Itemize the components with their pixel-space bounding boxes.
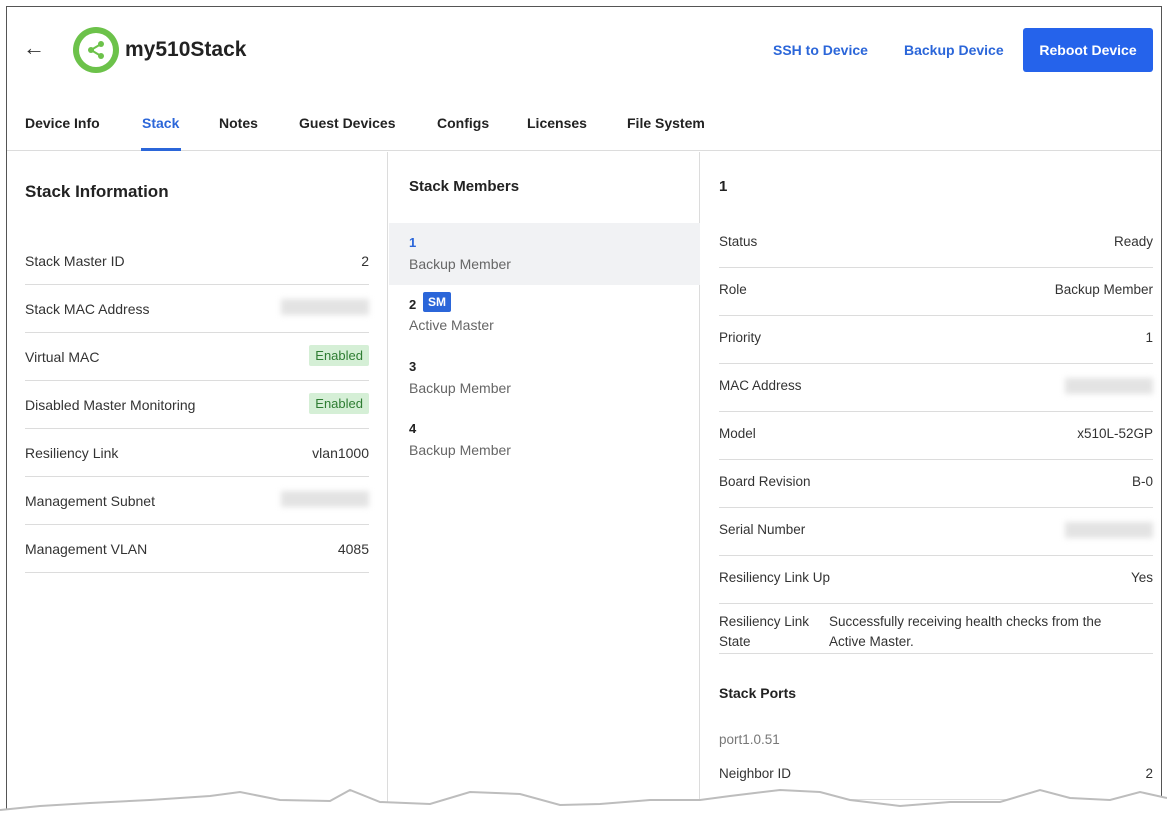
member-role: Backup Member: [409, 380, 511, 396]
tab-licenses[interactable]: Licenses: [527, 115, 587, 131]
detail-label: Priority: [719, 330, 762, 345]
detail-label: Board Revision: [719, 474, 811, 489]
detail-value: B-0: [1131, 474, 1153, 489]
info-label: Stack Master ID: [25, 253, 125, 269]
redacted-value: [1065, 522, 1153, 538]
detail-row-resiliency-link-up: Resiliency Link Up Yes: [719, 556, 1153, 604]
info-label: Resiliency Link: [25, 445, 119, 461]
detail-label: Role: [719, 282, 747, 297]
info-label: Virtual MAC: [25, 349, 100, 365]
detail-row-status: Status Ready: [719, 220, 1153, 268]
info-row-virtual-mac: Virtual MAC Enabled: [25, 333, 369, 381]
info-value: 4085: [337, 541, 369, 557]
backup-device-link[interactable]: Backup Device: [904, 42, 1004, 58]
detail-value: Successfully receiving health checks fro…: [829, 614, 1102, 649]
info-label: Stack MAC Address: [25, 301, 150, 317]
redacted-value: [281, 299, 369, 315]
member-id: 1: [409, 235, 417, 250]
device-page: ← my510Stack SSH to Device Backup Device…: [6, 6, 1162, 810]
info-label: Disabled Master Monitoring: [25, 397, 196, 413]
member-role: Backup Member: [409, 256, 511, 272]
tab-configs[interactable]: Configs: [437, 115, 489, 131]
device-title: my510Stack: [125, 38, 247, 61]
stack-ports-title: Stack Ports: [719, 685, 797, 701]
detail-row-mac-address: MAC Address: [719, 364, 1153, 412]
detail-value: 1: [1145, 330, 1153, 345]
info-row-management-subnet: Management Subnet: [25, 477, 369, 525]
info-label: Management Subnet: [25, 493, 155, 509]
page-header: ← my510Stack SSH to Device Backup Device…: [7, 7, 1161, 97]
reboot-device-button[interactable]: Reboot Device: [1023, 28, 1153, 72]
tab-notes[interactable]: Notes: [219, 115, 258, 131]
detail-row-resiliency-link-state: Resiliency Link State Successfully recei…: [719, 604, 1153, 654]
active-tab-indicator: [141, 148, 181, 151]
tab-bar: Device Info Stack Notes Guest Devices Co…: [7, 97, 1161, 151]
stack-information-panel: Stack Information Stack Master ID 2 Stac…: [7, 152, 388, 809]
member-role: Active Master: [409, 317, 494, 333]
tab-device-info[interactable]: Device Info: [25, 115, 100, 131]
detail-label: Status: [719, 234, 758, 249]
member-id: 2: [409, 297, 417, 312]
info-row-disabled-master-monitoring: Disabled Master Monitoring Enabled: [25, 381, 369, 429]
info-value: 2: [361, 253, 369, 269]
stack-information-title: Stack Information: [25, 182, 169, 201]
detail-label: Resiliency Link State: [719, 614, 810, 649]
detail-label: Serial Number: [719, 522, 806, 537]
info-row-management-vlan: Management VLAN 4085: [25, 525, 369, 573]
tab-file-system[interactable]: File System: [627, 115, 705, 131]
info-row-stack-mac-address: Stack MAC Address: [25, 285, 369, 333]
info-row-stack-master-id: Stack Master ID 2: [25, 237, 369, 285]
info-value: vlan1000: [312, 445, 369, 461]
port-name: port1.0.51: [719, 732, 780, 747]
redacted-value: [281, 491, 369, 507]
detail-value: Backup Member: [1054, 282, 1153, 297]
member-detail-panel: 1 Status Ready Role Backup Member Priori…: [701, 152, 1161, 809]
back-arrow-icon[interactable]: ←: [23, 37, 45, 59]
member-role: Backup Member: [409, 442, 511, 458]
detail-row-serial-number: Serial Number: [719, 508, 1153, 556]
status-badge: Enabled: [309, 393, 369, 414]
torn-edge-decoration: [0, 788, 1167, 816]
member-list-item[interactable]: 1 Backup Member: [389, 223, 700, 285]
detail-value: Ready: [1113, 234, 1153, 249]
detail-row-priority: Priority 1: [719, 316, 1153, 364]
detail-label: Model: [719, 426, 756, 441]
stack-members-title: Stack Members: [409, 178, 520, 195]
member-id: 4: [409, 421, 417, 436]
stack-master-badge: SM: [423, 292, 451, 312]
share-icon: [73, 27, 119, 73]
tab-stack[interactable]: Stack: [142, 115, 179, 131]
member-id: 3: [409, 359, 417, 374]
member-detail-title: 1: [719, 178, 728, 195]
stack-members-panel: Stack Members 1 Backup Member 2 SM Activ…: [389, 152, 700, 809]
status-badge: Enabled: [309, 345, 369, 366]
ssh-to-device-link[interactable]: SSH to Device: [773, 42, 868, 58]
tab-guest-devices[interactable]: Guest Devices: [299, 115, 396, 131]
detail-row-model: Model x510L-52GP: [719, 412, 1153, 460]
detail-label: MAC Address: [719, 378, 802, 393]
member-list-item[interactable]: 4 Backup Member: [389, 409, 700, 471]
detail-value: x510L-52GP: [1077, 426, 1153, 441]
detail-row-role: Role Backup Member: [719, 268, 1153, 316]
detail-value: Yes: [1130, 570, 1153, 585]
info-label: Management VLAN: [25, 541, 148, 557]
redacted-value: [1065, 378, 1153, 394]
detail-row-board-revision: Board Revision B-0: [719, 460, 1153, 508]
member-list-item[interactable]: 3 Backup Member: [389, 347, 700, 409]
info-row-resiliency-link: Resiliency Link vlan1000: [25, 429, 369, 477]
member-list-item[interactable]: 2 SM Active Master: [389, 285, 700, 347]
detail-label: Resiliency Link Up: [719, 570, 831, 585]
